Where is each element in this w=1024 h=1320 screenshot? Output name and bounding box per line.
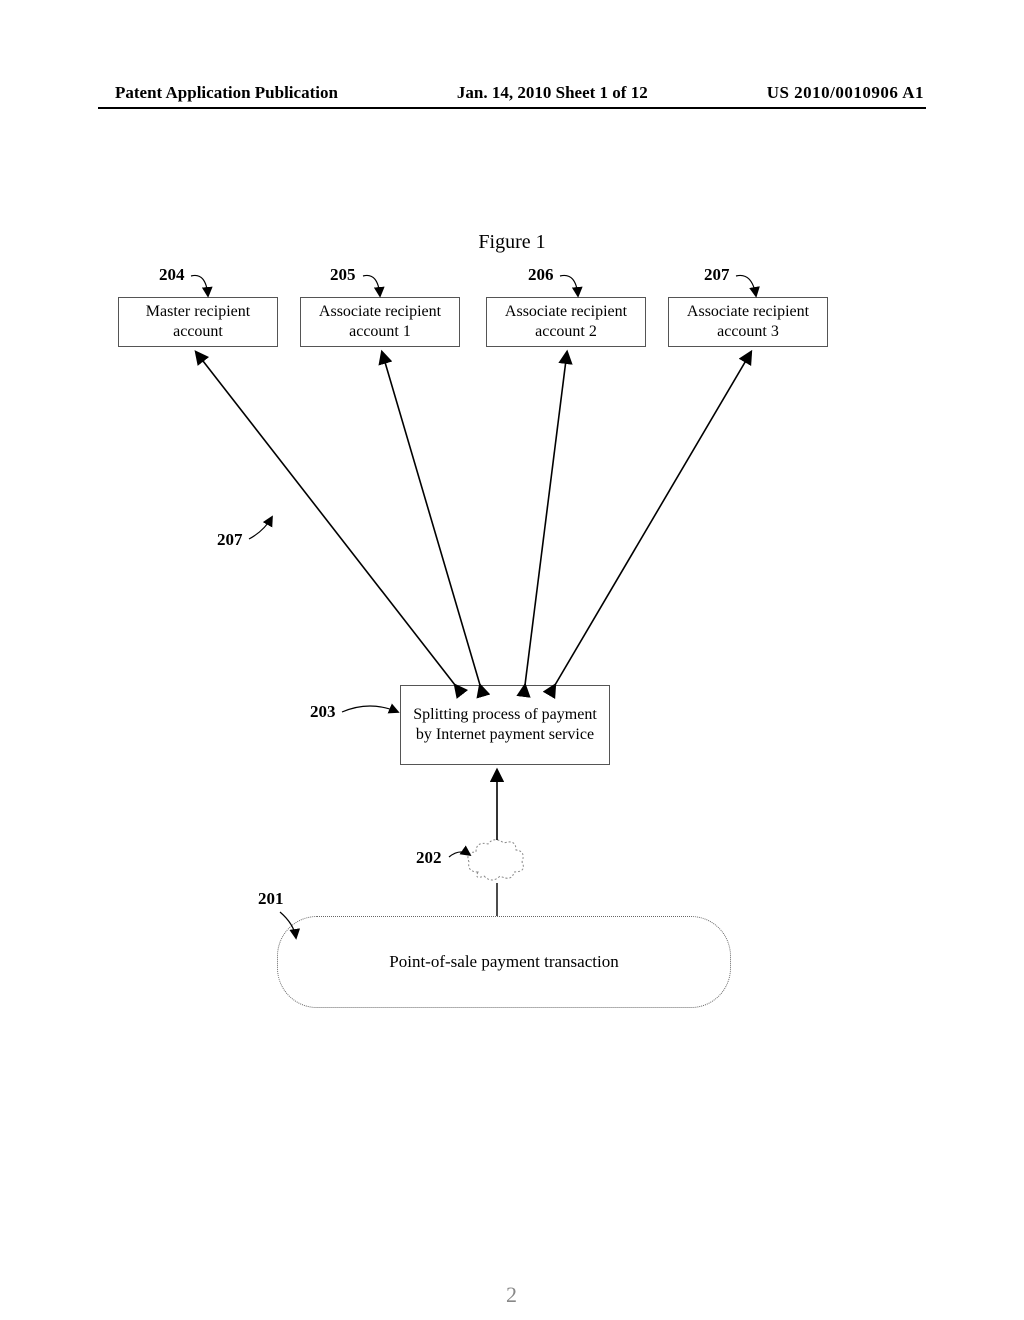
box-assoc-recipient-2: Associate recipient account 2 <box>486 297 646 347</box>
box-splitting-process: Splitting process of payment by Internet… <box>400 685 610 765</box>
ref-207b: 207 <box>217 530 243 550</box>
cloud-icon <box>466 838 526 884</box>
ref-207: 207 <box>704 265 730 285</box>
box-point-of-sale: Point-of-sale payment transaction <box>277 916 731 1008</box>
ref-205: 205 <box>330 265 356 285</box>
ref-203: 203 <box>310 702 336 722</box>
ref-204: 204 <box>159 265 185 285</box>
box-assoc-recipient-3: Associate recipient account 3 <box>668 297 828 347</box>
ref-201: 201 <box>258 889 284 909</box>
figure-1: Figure 1 204 205 206 207 Master recipien… <box>0 0 1024 1320</box>
box-assoc-recipient-1: Associate recipient account 1 <box>300 297 460 347</box>
page-number: 2 <box>0 1282 1024 1308</box>
box-master-recipient: Master recipient account <box>118 297 278 347</box>
arrows-overlay <box>0 0 1024 1320</box>
ref-202: 202 <box>416 848 442 868</box>
figure-title: Figure 1 <box>0 231 1024 254</box>
ref-206: 206 <box>528 265 554 285</box>
